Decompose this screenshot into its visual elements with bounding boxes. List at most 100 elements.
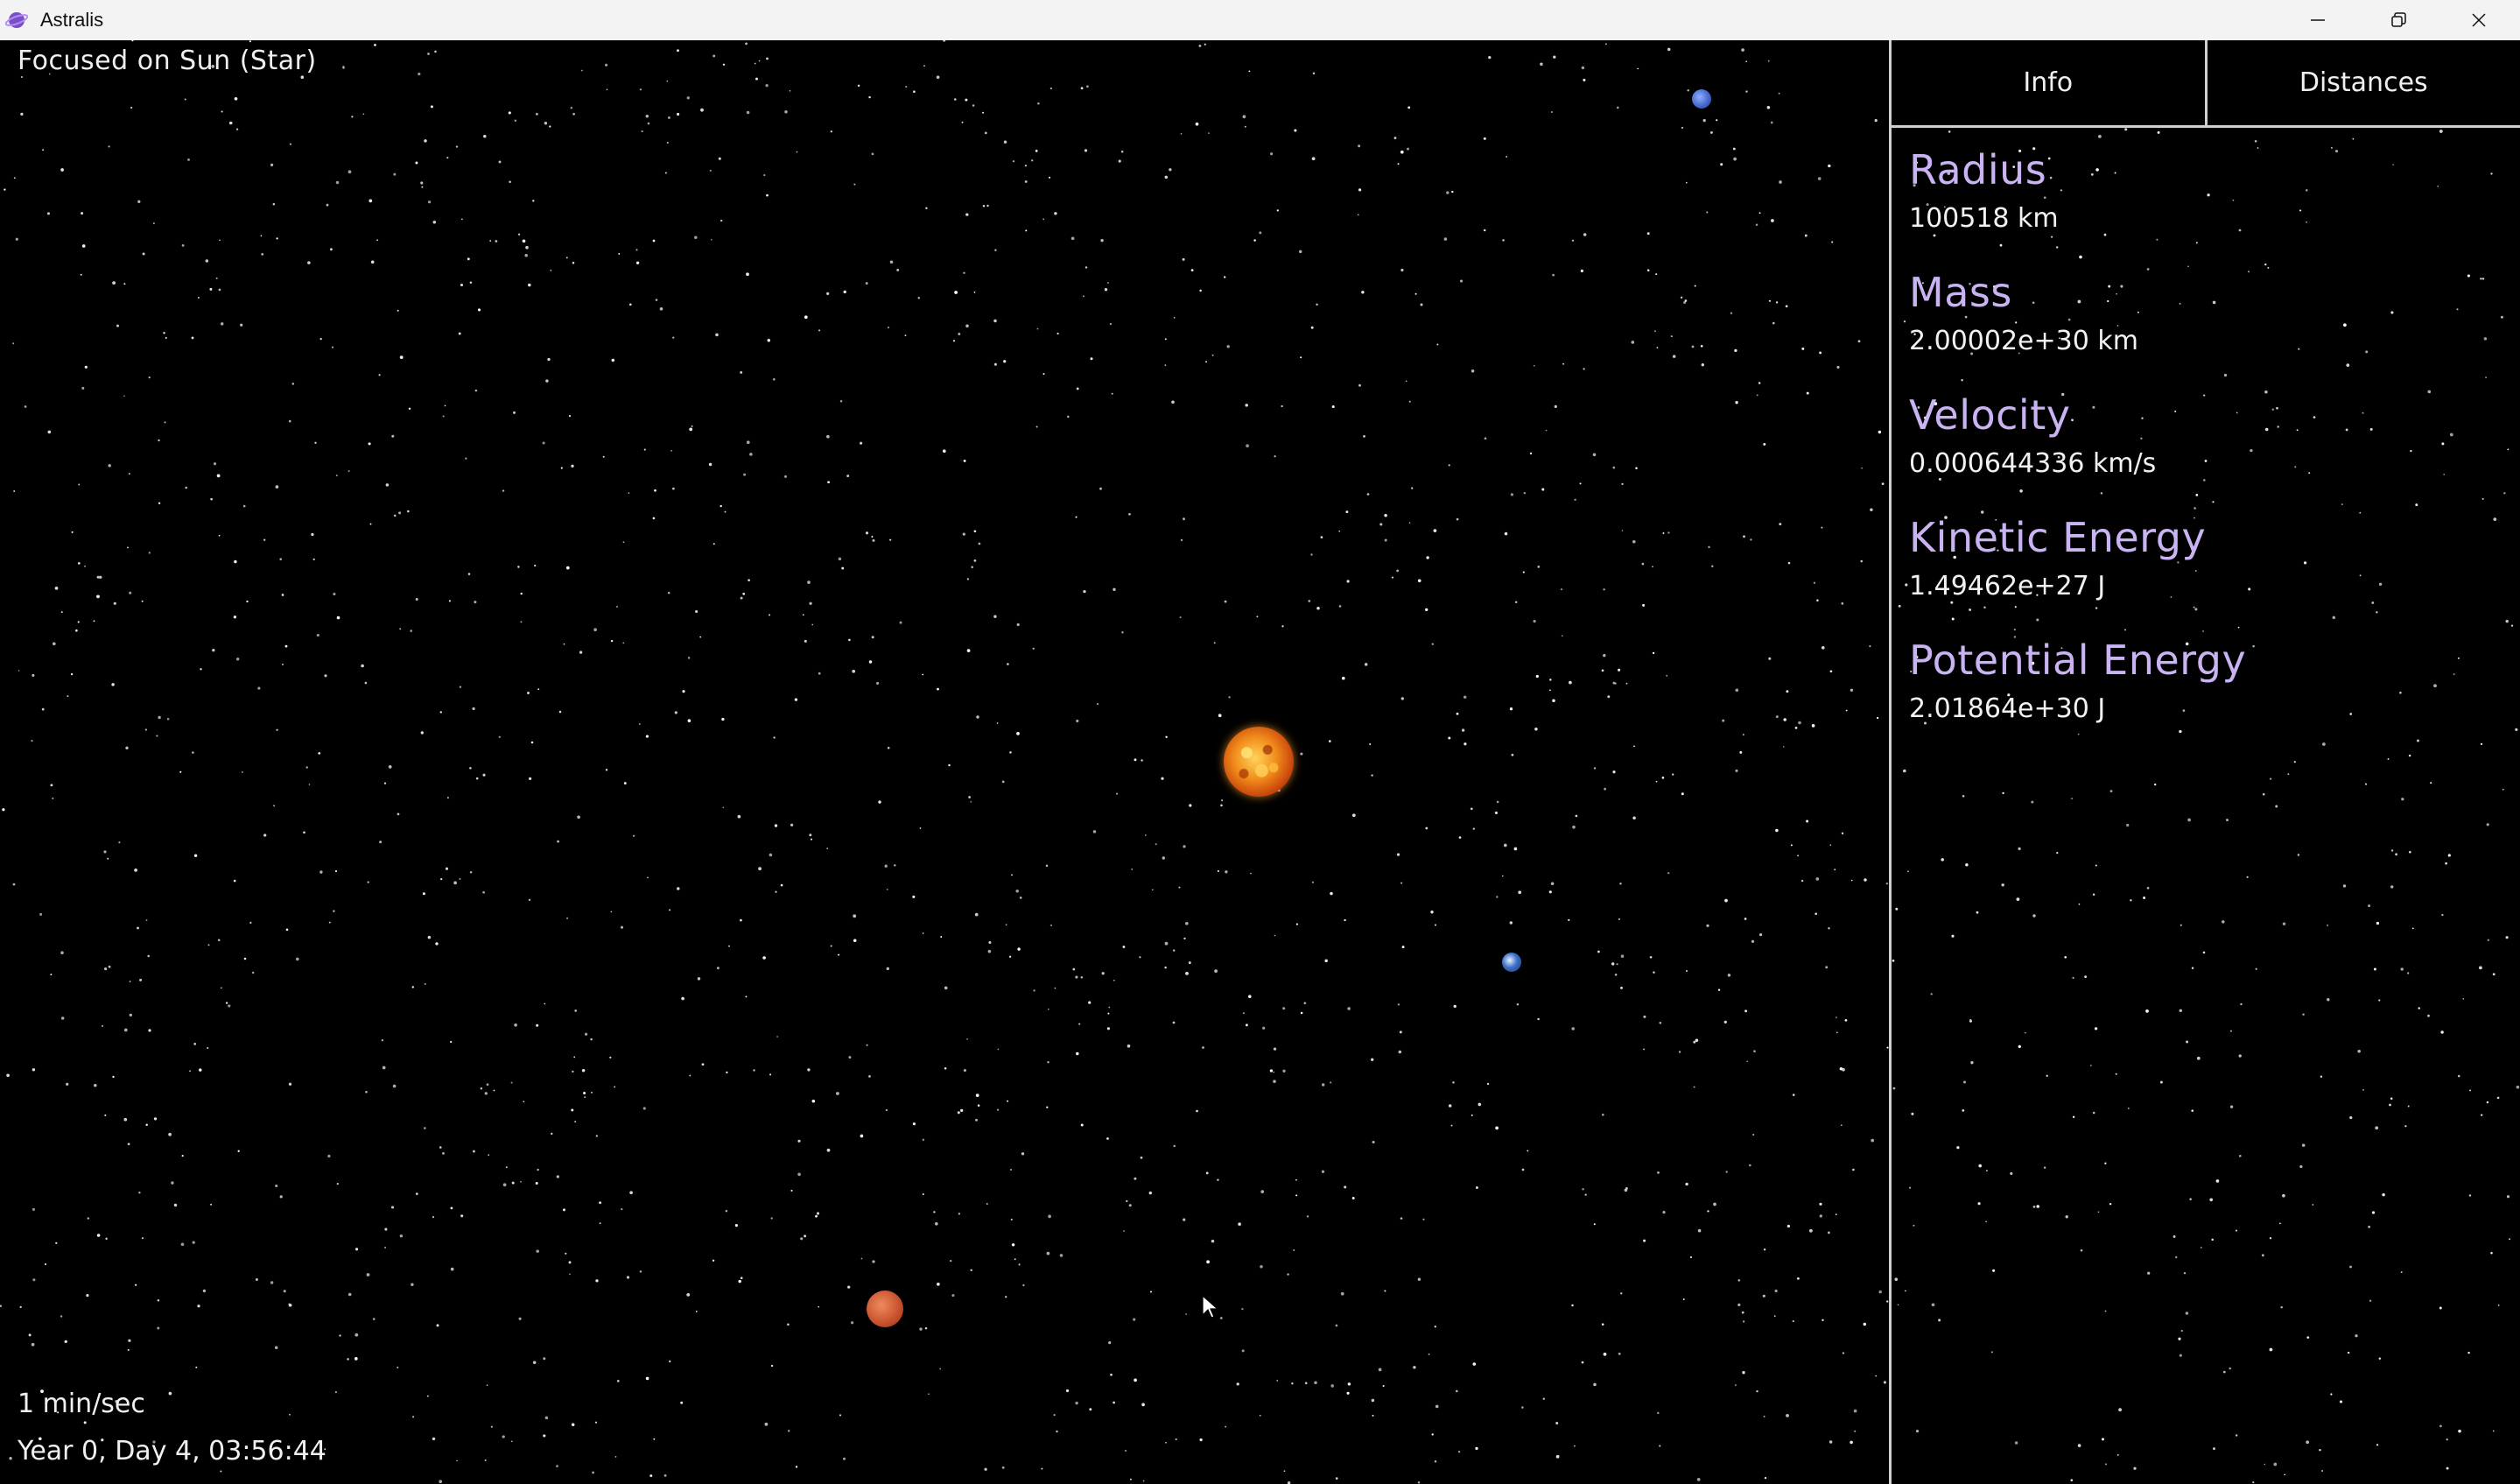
star-dot [260,235,263,237]
star-dot [1090,357,1093,361]
star-dot [1035,150,1038,152]
star-dot [1130,1478,1132,1480]
star-dot [581,1068,586,1073]
star-dot [366,1273,370,1277]
planet-neptune[interactable] [1692,89,1711,109]
star-dot [549,125,551,128]
star-dot [448,600,451,602]
star-dot [868,660,873,664]
star-dot [2282,922,2286,925]
tab-info[interactable]: Info [1892,40,2205,125]
star-dot [1248,995,1252,998]
star-dot [31,739,33,742]
star-dot [1737,1303,1741,1306]
star-dot [210,1203,213,1206]
star-dot [1161,777,1164,780]
star-dot [965,213,969,216]
star-dot [742,592,746,595]
star-dot [1797,855,1800,857]
star-dot [894,864,896,867]
star-dot [397,1366,399,1368]
close-button[interactable] [2439,0,2519,40]
star-dot [66,1082,69,1086]
star-dot [853,914,857,918]
star-dot [2084,975,2088,979]
star-dot [722,806,725,809]
star-dot [228,1004,231,1008]
star-dot [1106,1137,1109,1140]
star-dot [2486,1101,2489,1104]
star-dot [2072,1115,2075,1119]
star-dot [530,741,534,744]
star-dot [1612,466,1616,469]
star-dot [2202,951,2206,954]
star-dot [984,131,987,135]
star-dot [228,121,233,125]
star-dot [2481,1114,2483,1116]
star-dot [1400,1217,1403,1220]
star-dot [180,1242,185,1247]
star-dot [347,1358,349,1361]
simulation-viewport[interactable]: Focused on Sun (Star) 1 min/sec Year 0, … [0,40,1889,1484]
star-dot [1534,727,1538,731]
star-dot [1941,858,1944,862]
star-dot [606,88,608,91]
star-dot [4,188,6,191]
star-dot [450,1267,454,1271]
star-dot [1048,1214,1051,1219]
star-dot [1811,724,1815,728]
star-dot [502,1183,507,1187]
star-dot [1173,1144,1176,1148]
star-dot [699,636,702,638]
star-dot [1792,1094,1795,1096]
star-dot [1963,1080,1966,1084]
star-dot [942,449,946,454]
star-dot [1001,1466,1005,1469]
star-dot [412,1416,415,1418]
restore-button[interactable] [2358,0,2439,40]
star-dot [922,1138,925,1142]
star-dot [220,1470,222,1473]
star-dot [1708,545,1710,549]
star-dot [1717,988,1721,991]
tab-distances[interactable]: Distances [2204,40,2520,125]
star-dot [1164,175,1169,179]
star-dot [565,1252,567,1255]
star-dot [442,415,445,418]
star-dot [2505,619,2509,623]
star-dot [197,1305,200,1308]
star-dot [399,628,402,630]
star-dot [2213,1447,2215,1451]
star-dot [2280,1305,2283,1309]
star-dot [1241,1349,1245,1353]
star-dot [1659,1445,1661,1447]
star-dot [163,332,165,334]
star-dot [153,1117,158,1121]
star-dot [2362,1089,2364,1091]
star-dot [2404,1125,2407,1128]
star-dot [899,621,902,624]
star-dot [1533,364,1535,367]
star-dot [1527,1150,1529,1152]
star-dot [1554,404,1557,409]
planet-mars[interactable] [867,1291,903,1327]
star-dot [1572,825,1576,829]
star-dot [2373,967,2376,971]
star-dot [1133,1318,1136,1321]
minimize-button[interactable] [2278,0,2358,40]
star-dot [289,143,291,145]
star-dot [1625,682,1628,685]
star-dot [1076,387,1079,390]
star-dot [427,53,430,55]
star-dot [2090,1065,2092,1066]
star-dot [773,736,776,739]
star-dot [1819,1214,1822,1218]
star-sun[interactable] [1224,727,1294,797]
star-dot [71,531,74,533]
star-dot [339,1334,341,1337]
star-dot [787,1430,790,1432]
star-dot [968,796,971,798]
star-dot [483,134,487,138]
planet-earth[interactable] [1502,953,1521,972]
star-dot [218,288,221,292]
